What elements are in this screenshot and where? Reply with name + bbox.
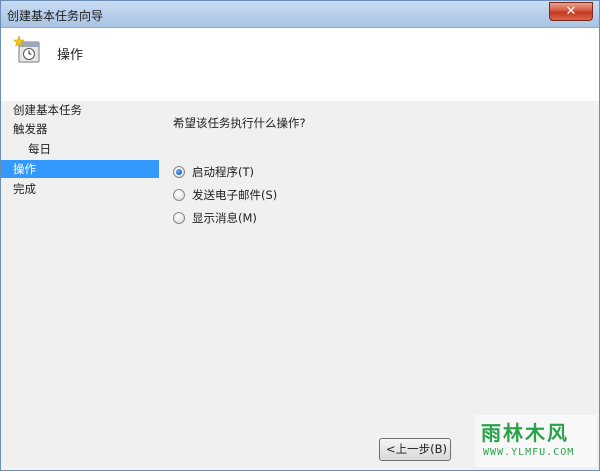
radio-start-program[interactable]: [173, 165, 185, 178]
close-icon: ✕: [565, 4, 577, 19]
task-wizard-window: 创建基本任务向导 ✕ 操作 创建基本任务 触发器 每日 操作 完成 希望该任务执…: [0, 0, 600, 471]
option-label: 发送电子邮件(S): [192, 188, 278, 202]
option-start-program[interactable]: 启动程序(T): [173, 164, 254, 180]
option-label: 显示消息(M): [192, 211, 257, 225]
back-button[interactable]: <上一步(B): [379, 438, 451, 461]
wizard-header: 操作: [1, 28, 599, 101]
nav-item-create-basic-task[interactable]: 创建基本任务: [1, 101, 159, 119]
action-question: 希望该任务执行什么操作?: [173, 116, 306, 130]
watermark-url-text: WWW.YLMFU.COM: [483, 447, 575, 458]
nav-item-daily[interactable]: 每日: [1, 140, 159, 158]
option-display-message[interactable]: 显示消息(M): [173, 210, 257, 226]
wizard-steps-nav: 创建基本任务 触发器 每日 操作 完成: [1, 101, 161, 470]
title-bar[interactable]: 创建基本任务向导 ✕: [1, 1, 599, 28]
watermark-main-text: 雨林木风: [481, 421, 569, 445]
page-title: 操作: [57, 48, 84, 63]
radio-send-email[interactable]: [173, 188, 185, 201]
watermark-logo: 雨林木风 WWW.YLMFU.COM: [475, 415, 597, 467]
radio-display-message[interactable]: [173, 211, 185, 224]
task-clock-icon: [13, 36, 40, 63]
nav-item-action[interactable]: 操作: [1, 160, 159, 178]
option-label: 启动程序(T): [192, 165, 254, 179]
option-send-email[interactable]: 发送电子邮件(S): [173, 187, 277, 203]
nav-item-finish[interactable]: 完成: [1, 180, 159, 198]
window-title: 创建基本任务向导: [7, 9, 104, 23]
close-button[interactable]: ✕: [549, 2, 593, 21]
nav-item-trigger[interactable]: 触发器: [1, 120, 159, 138]
